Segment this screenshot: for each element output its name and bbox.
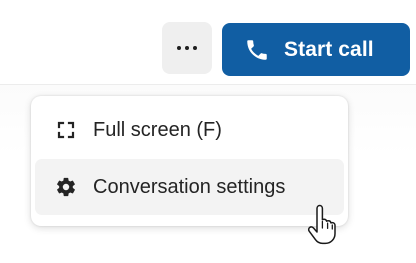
gear-icon: [55, 176, 77, 198]
topbar-divider: [0, 84, 416, 85]
menu-item-label: Full screen (F): [93, 118, 222, 141]
app-stage: Start call Full screen (F) Conversation …: [0, 0, 416, 263]
menu-item-full-screen[interactable]: Full screen (F): [35, 102, 344, 158]
more-horizontal-icon: [177, 46, 197, 50]
full-screen-icon: [55, 119, 77, 141]
menu-item-label: Conversation settings: [93, 175, 286, 198]
more-options-menu: Full screen (F) Conversation settings: [31, 96, 348, 226]
phone-icon: [244, 37, 270, 63]
hand-pointer-icon: [306, 204, 340, 246]
menu-item-conversation-settings[interactable]: Conversation settings: [35, 159, 344, 215]
more-options-button[interactable]: [162, 22, 212, 74]
start-call-button[interactable]: Start call: [222, 23, 410, 76]
start-call-label: Start call: [284, 37, 374, 61]
